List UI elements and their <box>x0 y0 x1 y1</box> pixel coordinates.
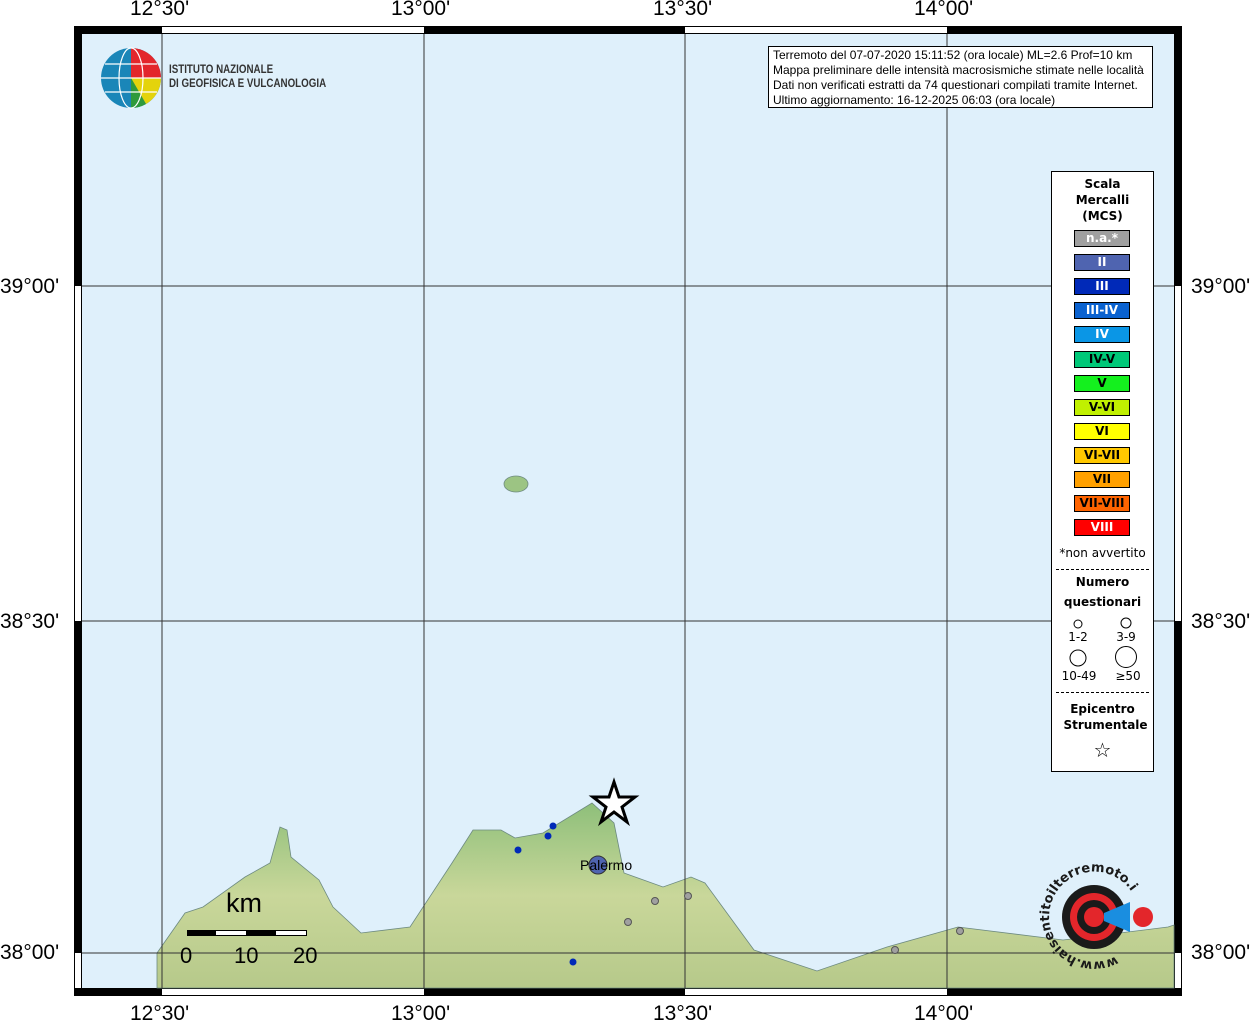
legend-swatch: III-IV <box>1074 302 1130 320</box>
legend-swatch: VIII <box>1074 519 1130 537</box>
count-label: 1-2 <box>1068 630 1088 644</box>
scalebar-tick: 0 <box>180 943 193 968</box>
epicenter-title: Strumentale <box>1063 718 1148 732</box>
lat-label-left: 38°30' <box>0 610 60 633</box>
lat-label-right: 38°00' <box>1191 941 1251 964</box>
lon-label-bottom: 14°00' <box>914 1002 974 1025</box>
count-title: questionari <box>1063 595 1142 609</box>
ingv-logo-text: ISTITUTO NAZIONALE DI GEOFISICA E VULCAN… <box>169 63 326 91</box>
lon-label-top: 14°00' <box>914 0 974 20</box>
lon-label-top: 13°00' <box>391 0 451 20</box>
ingv-globe-icon <box>101 47 161 109</box>
legend-note: *non avvertito <box>1059 546 1146 560</box>
legend-swatch: VII <box>1074 471 1130 488</box>
scalebar-unit: km <box>226 888 262 918</box>
legend-swatch: II <box>1074 254 1130 272</box>
epicenter-title: Epicentro <box>1070 702 1135 716</box>
count-label: 10-49 <box>1061 669 1097 683</box>
legend-swatch: IV <box>1074 326 1130 344</box>
lon-label-bottom: 12°30' <box>130 1002 190 1025</box>
info-line: Mappa preliminare delle intensità macros… <box>773 63 1144 77</box>
scalebar-bar <box>187 930 307 936</box>
point-ii <box>549 822 557 830</box>
info-line: Terremoto del 07-07-2020 15:11:52 (ora l… <box>773 48 1133 62</box>
legend-title: (MCS) <box>1082 209 1123 223</box>
info-line: Ultimo aggiornamento: 16-12-2025 06:03 (… <box>773 93 1056 107</box>
legend-swatch: VII-VIII <box>1074 495 1130 513</box>
scalebar-tick: 20 <box>293 943 318 968</box>
epicenter-star-icon: ☆ <box>1093 738 1112 762</box>
count-title: Numero <box>1075 575 1130 589</box>
legend-swatch: VI <box>1074 422 1130 440</box>
legend-swatch: V-VI <box>1074 398 1130 416</box>
legend-swatch: V <box>1074 374 1130 392</box>
point-ii <box>514 846 522 854</box>
lat-label-right: 39°00' <box>1191 275 1251 298</box>
lat-label-left: 38°00' <box>0 941 60 964</box>
lat-label-left: 39°00' <box>0 275 60 298</box>
point-ii <box>569 958 577 966</box>
legend: Scala Mercalli (MCS) n.a.* II III III-IV IV I… <box>1051 171 1154 772</box>
count-label: ≥50 <box>1115 669 1141 683</box>
legend-title: Mercalli <box>1075 193 1130 207</box>
point-na <box>684 892 692 900</box>
lon-label-bottom: 13°30' <box>653 1002 713 1025</box>
logo-line2: DI GEOFISICA E VULCANOLOGIA <box>169 78 327 90</box>
city-label: Palermo <box>580 857 633 873</box>
info-line: Dati non verificati estratti da 74 quest… <box>773 78 1138 92</box>
ustica-island <box>503 475 529 493</box>
legend-swatch: IV-V <box>1074 350 1130 368</box>
legend-swatch: n.a.* <box>1074 230 1130 247</box>
point-na <box>624 918 632 926</box>
point-na <box>891 946 899 954</box>
lon-label-top: 13°30' <box>653 0 713 20</box>
count-label: 3-9 <box>1116 630 1136 644</box>
legend-swatch: VI-VII <box>1074 446 1130 464</box>
logo-line1: ISTITUTO NAZIONALE <box>169 64 274 76</box>
lon-label-bottom: 13°00' <box>391 1002 451 1025</box>
point-ii <box>544 832 552 840</box>
scalebar-tick: 10 <box>234 943 259 968</box>
legend-title: Scala <box>1084 177 1121 191</box>
point-na <box>956 927 964 935</box>
lat-label-right: 38°30' <box>1191 610 1251 633</box>
legend-swatch: III <box>1074 278 1130 296</box>
sea <box>82 34 1174 988</box>
point-na <box>651 897 659 905</box>
event-info-box: Terremoto del 07-07-2020 15:11:52 (ora l… <box>768 46 1153 108</box>
lon-label-top: 12°30' <box>130 0 190 20</box>
